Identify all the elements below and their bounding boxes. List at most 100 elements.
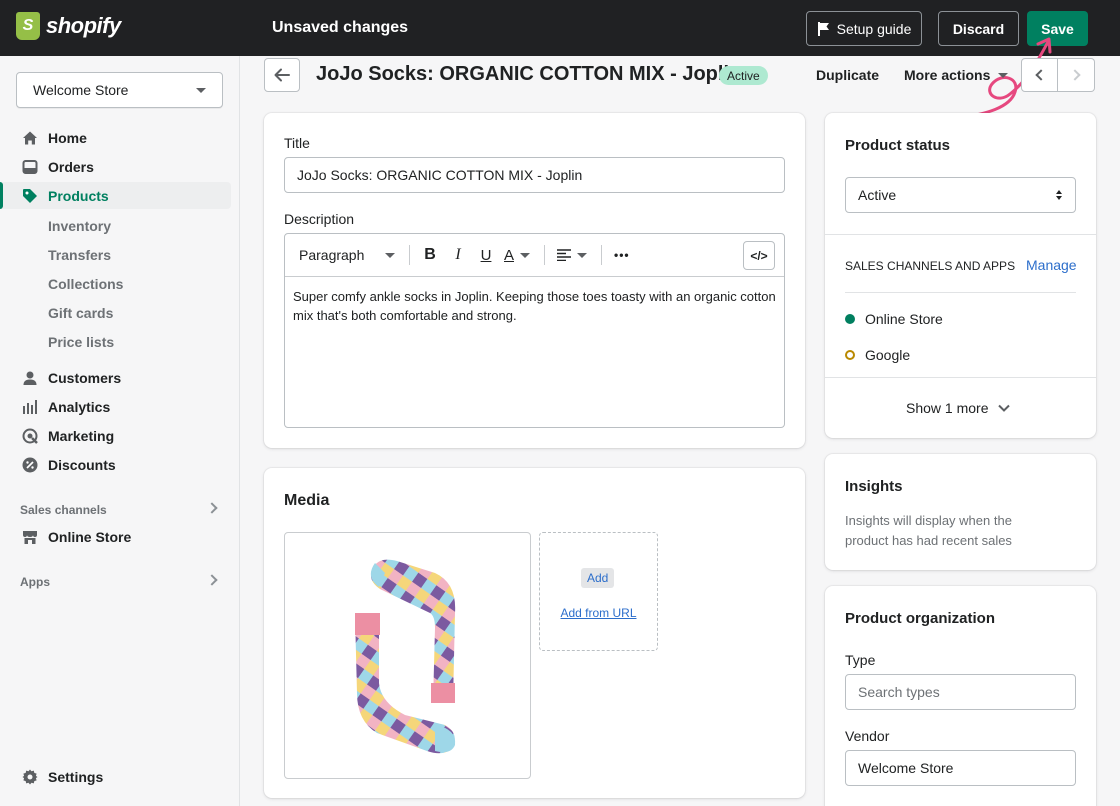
shopping-bag-icon: S: [16, 12, 40, 40]
more-actions-button[interactable]: More actions: [904, 67, 1009, 83]
sidebar-item-online-store[interactable]: Online Store: [0, 523, 231, 550]
discount-icon: [22, 457, 38, 473]
sidebar-item-label: Discounts: [48, 456, 116, 473]
bar-chart-icon: [22, 399, 38, 415]
shopify-logo[interactable]: S shopify: [16, 12, 121, 40]
sales-channels-heading: SALES CHANNELS AND APPS: [845, 259, 1016, 273]
chevron-down-icon: [998, 404, 1011, 412]
toolbar-divider: [544, 245, 546, 265]
description-editor: Paragraph B I U A ••• </> Super comfy an…: [284, 233, 785, 428]
previous-product-button[interactable]: [1021, 58, 1058, 92]
insights-card: Insights Insights will display when the …: [825, 454, 1096, 570]
vendor-label: Vendor: [845, 728, 890, 744]
sidebar-item-label: Marketing: [48, 427, 115, 444]
divider: [825, 234, 1096, 235]
toolbar-divider: [601, 245, 603, 265]
sidebar-item-settings[interactable]: Settings: [0, 763, 231, 790]
sidebar-item-label: Customers: [48, 369, 122, 386]
insights-text: Insights will display when the product h…: [845, 513, 1012, 548]
caret-down-icon: [520, 252, 531, 258]
align-button[interactable]: [557, 249, 588, 261]
flag-icon: [817, 21, 829, 36]
title-description-card: Title JoJo Socks: ORGANIC COTTON MIX - J…: [264, 113, 805, 448]
sidebar-item-label: Home: [48, 129, 87, 146]
product-organization-heading: Product organization: [845, 610, 995, 627]
sidebar-item-marketing[interactable]: Marketing: [0, 422, 231, 449]
chevron-right-icon[interactable]: [206, 574, 218, 586]
type-input[interactable]: Search types: [845, 674, 1076, 710]
italic-button[interactable]: I: [450, 246, 466, 264]
product-status-select[interactable]: Active: [845, 177, 1076, 213]
store-icon: [22, 529, 38, 545]
caret-down-icon: [577, 252, 588, 258]
media-card: Media Add Add from URL: [264, 468, 805, 798]
sidebar-subitem-transfers[interactable]: Transfers: [48, 247, 111, 263]
code-view-button[interactable]: </>: [743, 241, 775, 270]
sidebar-subitem-inventory[interactable]: Inventory: [48, 218, 111, 234]
insights-heading: Insights: [845, 478, 903, 495]
bold-button[interactable]: B: [422, 246, 438, 264]
add-from-url-link[interactable]: Add from URL: [540, 606, 657, 620]
select-arrows-icon: [1056, 190, 1062, 200]
sidebar: Welcome Store Home Orders Products Inven…: [0, 56, 240, 806]
apps-heading: Apps: [20, 575, 50, 589]
orders-icon: [22, 159, 38, 175]
sidebar-item-products[interactable]: Products: [0, 182, 231, 209]
caret-down-icon: [998, 72, 1009, 78]
product-status-card: Product status Active SALES CHANNELS AND…: [825, 113, 1096, 438]
status-badge: Active: [719, 66, 768, 85]
sock-image: [355, 559, 456, 754]
caret-down-icon: [385, 252, 395, 258]
sidebar-item-orders[interactable]: Orders: [0, 153, 231, 180]
store-selector[interactable]: Welcome Store: [16, 72, 223, 108]
add-media-button[interactable]: Add: [581, 568, 615, 588]
setup-guide-button[interactable]: Setup guide: [806, 11, 922, 46]
person-icon: [22, 370, 38, 386]
sidebar-item-home[interactable]: Home: [0, 124, 231, 151]
sidebar-subitem-collections[interactable]: Collections: [48, 276, 123, 292]
sidebar-item-discounts[interactable]: Discounts: [0, 451, 231, 478]
media-dropzone[interactable]: Add Add from URL: [539, 532, 658, 651]
back-button[interactable]: [264, 58, 300, 92]
show-more-button[interactable]: Show 1 more: [906, 400, 1011, 416]
setup-guide-label: Setup guide: [836, 20, 912, 37]
paragraph-label: Paragraph: [299, 247, 365, 263]
logo-text: shopify: [46, 13, 121, 38]
status-dot-icon: [845, 314, 855, 324]
chevron-right-icon[interactable]: [206, 502, 218, 514]
next-product-button[interactable]: [1058, 58, 1095, 92]
sidebar-item-customers[interactable]: Customers: [0, 364, 231, 391]
product-status-heading: Product status: [845, 137, 951, 154]
caret-down-icon: [196, 87, 206, 93]
channel-online-store: Online Store: [845, 311, 943, 327]
chevron-left-icon: [1035, 69, 1047, 81]
vendor-input[interactable]: Welcome Store: [845, 750, 1076, 786]
status-dot-icon: [845, 350, 855, 360]
sidebar-subitem-price-lists[interactable]: Price lists: [48, 334, 114, 350]
toolbar-divider: [409, 245, 410, 265]
divider: [825, 377, 1096, 378]
store-name: Welcome Store: [33, 82, 129, 98]
title-input[interactable]: JoJo Socks: ORGANIC COTTON MIX - Joplin: [284, 157, 785, 193]
sidebar-item-analytics[interactable]: Analytics: [0, 393, 231, 420]
description-label: Description: [284, 211, 355, 227]
gear-icon: [22, 769, 38, 785]
chevron-right-icon: [1068, 69, 1081, 81]
channel-google: Google: [845, 347, 910, 363]
divider: [845, 292, 1076, 293]
description-text[interactable]: Super comfy ankle socks in Joplin. Keepi…: [285, 277, 784, 335]
product-organization-card: Product organization Type Search types V…: [825, 586, 1096, 806]
text-color-icon: A: [504, 246, 515, 264]
duplicate-button[interactable]: Duplicate: [816, 67, 879, 83]
product-image[interactable]: [284, 532, 531, 779]
paragraph-format-dropdown[interactable]: Paragraph: [299, 247, 409, 263]
sidebar-subitem-gift-cards[interactable]: Gift cards: [48, 305, 113, 321]
channel-label: Google: [865, 347, 911, 363]
underline-button[interactable]: U: [478, 247, 494, 264]
home-icon: [22, 130, 38, 146]
more-formatting-button[interactable]: •••: [614, 248, 630, 262]
text-color-button[interactable]: A: [504, 246, 531, 264]
sidebar-item-label: Orders: [48, 158, 94, 175]
manage-link[interactable]: Manage: [1026, 257, 1077, 273]
arrow-left-icon: [274, 68, 290, 82]
